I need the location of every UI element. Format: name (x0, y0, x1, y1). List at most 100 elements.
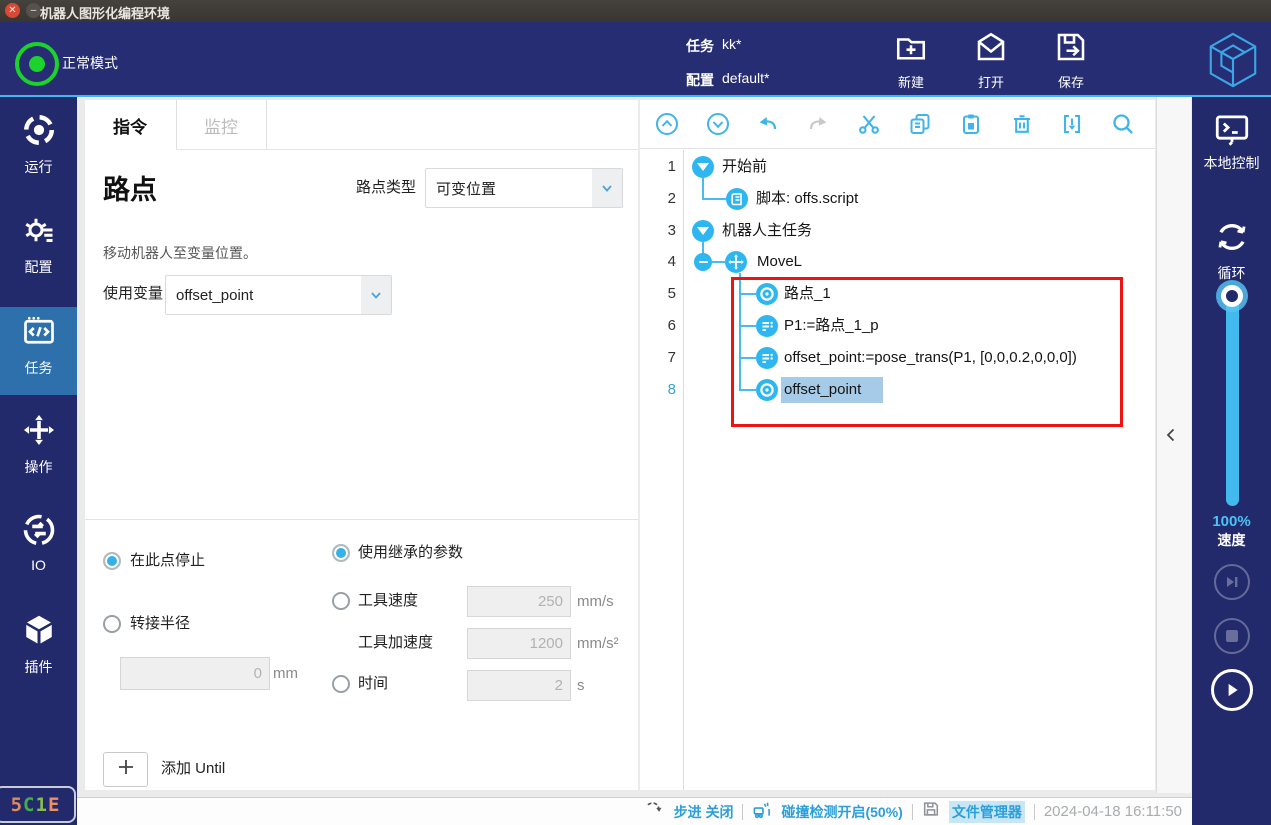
use-variable-select[interactable]: offset_point (165, 275, 392, 315)
local-control-button[interactable]: 本地控制 (1192, 112, 1271, 173)
use-variable-label: 使用变量 (103, 284, 163, 304)
sidebar-item-operate[interactable]: 操作 (0, 412, 77, 498)
sidebar-item-label: 操作 (0, 457, 77, 477)
open-file-icon (973, 52, 1009, 69)
tool-speed-unit: mm/s (577, 593, 614, 610)
mode-label: 正常模式 (62, 53, 118, 73)
sidebar-item-label: IO (0, 557, 77, 573)
speed-slider-handle[interactable] (1221, 285, 1243, 307)
sidebar-item-run[interactable]: 运行 (0, 112, 77, 198)
app-window: ✕ – 机器人图形化编程环境 正常模式 任务 kk* 配置 default* 新… (0, 0, 1271, 825)
add-until-button[interactable] (103, 752, 148, 787)
sidebar-item-plugin[interactable]: 插件 (0, 612, 77, 698)
inherit-params-label: 使用继承的参数 (358, 543, 463, 563)
new-task-label: 新建 (880, 72, 942, 91)
search-icon[interactable] (1111, 112, 1135, 141)
file-manager-icon (922, 800, 940, 823)
step-run-button[interactable] (1214, 564, 1250, 600)
program-tree-panel (640, 100, 1155, 790)
collapse-minus-icon[interactable] (694, 253, 712, 271)
tool-speed-input[interactable]: 250 (467, 586, 571, 617)
tab-monitor[interactable]: 监控 (176, 100, 266, 150)
blend-radius-unit: mm (273, 665, 298, 682)
sidebar-item-io[interactable]: IO (0, 512, 77, 598)
chevron-down-icon (361, 276, 391, 314)
window-title: 机器人图形化编程环境 (40, 3, 170, 22)
use-variable-value: offset_point (166, 287, 361, 304)
move-node-icon[interactable] (725, 251, 747, 273)
line-number: 5 (642, 284, 676, 304)
paste-button[interactable] (959, 112, 983, 141)
time-radio[interactable] (332, 675, 350, 693)
stop-at-point-label: 在此点停止 (130, 551, 205, 571)
tool-accel-value: 1200 (530, 635, 563, 652)
plus-icon (117, 758, 135, 781)
tool-speed-label: 工具速度 (358, 591, 418, 611)
line-number: 4 (642, 252, 676, 272)
file-manager-button[interactable]: 文件管理器 (949, 801, 1025, 823)
tool-speed-value: 250 (538, 593, 563, 610)
tool-accel-input[interactable]: 1200 (467, 628, 571, 659)
collision-detect-status[interactable]: 碰撞检测开启(50%) (781, 802, 902, 822)
move-down-button[interactable] (706, 112, 730, 141)
blend-radius-value: 0 (254, 665, 262, 682)
move-up-button[interactable] (655, 112, 679, 141)
sidebar-item-config[interactable]: 配置 (0, 212, 77, 298)
delete-button[interactable] (1010, 112, 1034, 141)
tool-speed-radio[interactable] (332, 592, 350, 610)
status-bar: 步进 关闭 碰撞检测开启(50%) 文件管理器 2024-04-18 16:11… (77, 797, 1192, 825)
collapse-node-icon[interactable] (692, 220, 714, 242)
inherit-params-radio[interactable] (332, 544, 350, 562)
tab-instruction-label: 指令 (113, 113, 147, 138)
cut-button[interactable] (857, 112, 881, 141)
sidebar-item-task[interactable]: 任务 (0, 307, 77, 395)
collapse-node-icon[interactable] (692, 156, 714, 178)
blend-radius-label: 转接半径 (130, 614, 190, 634)
redo-button[interactable] (806, 112, 830, 141)
tree-row[interactable]: 开始前 (722, 157, 767, 177)
play-button[interactable] (1211, 669, 1253, 711)
header-bar: 正常模式 任务 kk* 配置 default* 新建 打开 保 (0, 22, 1271, 97)
sidebar-item-label: 配置 (0, 257, 77, 277)
undo-button[interactable] (756, 112, 780, 141)
stop-at-point-radio[interactable] (103, 552, 121, 570)
chevron-down-icon (592, 169, 622, 207)
minimize-icon[interactable]: – (26, 3, 41, 18)
time-label: 时间 (358, 674, 388, 694)
tree-row[interactable]: 机器人主任务 (722, 221, 812, 241)
step-mode-status[interactable]: 步进 关闭 (674, 802, 734, 822)
new-task-button[interactable]: 新建 (880, 29, 942, 91)
time-input[interactable]: 2 (467, 670, 571, 701)
open-task-button[interactable]: 打开 (960, 29, 1022, 91)
time-unit: s (577, 677, 585, 694)
tab-instruction[interactable]: 指令 (85, 100, 175, 150)
mode-indicator-icon (15, 42, 59, 86)
tool-accel-label: 工具加速度 (358, 633, 433, 653)
tree-row[interactable]: 脚本: offs.script (756, 189, 858, 209)
stop-button[interactable] (1214, 618, 1250, 654)
waypoint-type-value: 可变位置 (426, 178, 592, 199)
save-icon (1053, 52, 1089, 69)
loop-icon (1213, 243, 1251, 260)
settings-icon (21, 235, 57, 252)
script-node-icon[interactable] (726, 188, 748, 210)
tree-row[interactable]: MoveL (757, 252, 802, 272)
plugin-icon (21, 635, 57, 652)
waypoint-type-select[interactable]: 可变位置 (425, 168, 623, 208)
copy-button[interactable] (908, 112, 932, 141)
task-label: 任务 (686, 36, 714, 56)
clock-timestamp: 2024-04-18 16:11:50 (1044, 803, 1182, 820)
loop-button[interactable]: 循环 (1192, 218, 1271, 283)
task-icon (21, 336, 57, 353)
line-number: 3 (642, 221, 676, 241)
task-value: kk* (722, 36, 741, 52)
blend-radius-input[interactable]: 0 (120, 657, 270, 690)
speed-slider[interactable] (1226, 294, 1239, 506)
insert-button[interactable] (1060, 112, 1084, 141)
save-task-button[interactable]: 保存 (1040, 29, 1102, 91)
line-number: 7 (642, 348, 676, 368)
close-icon[interactable]: ✕ (5, 3, 20, 18)
sidebar-item-label: 运行 (0, 157, 77, 177)
blend-radius-radio[interactable] (103, 615, 121, 633)
panel-collapse-strip[interactable] (1156, 97, 1191, 793)
